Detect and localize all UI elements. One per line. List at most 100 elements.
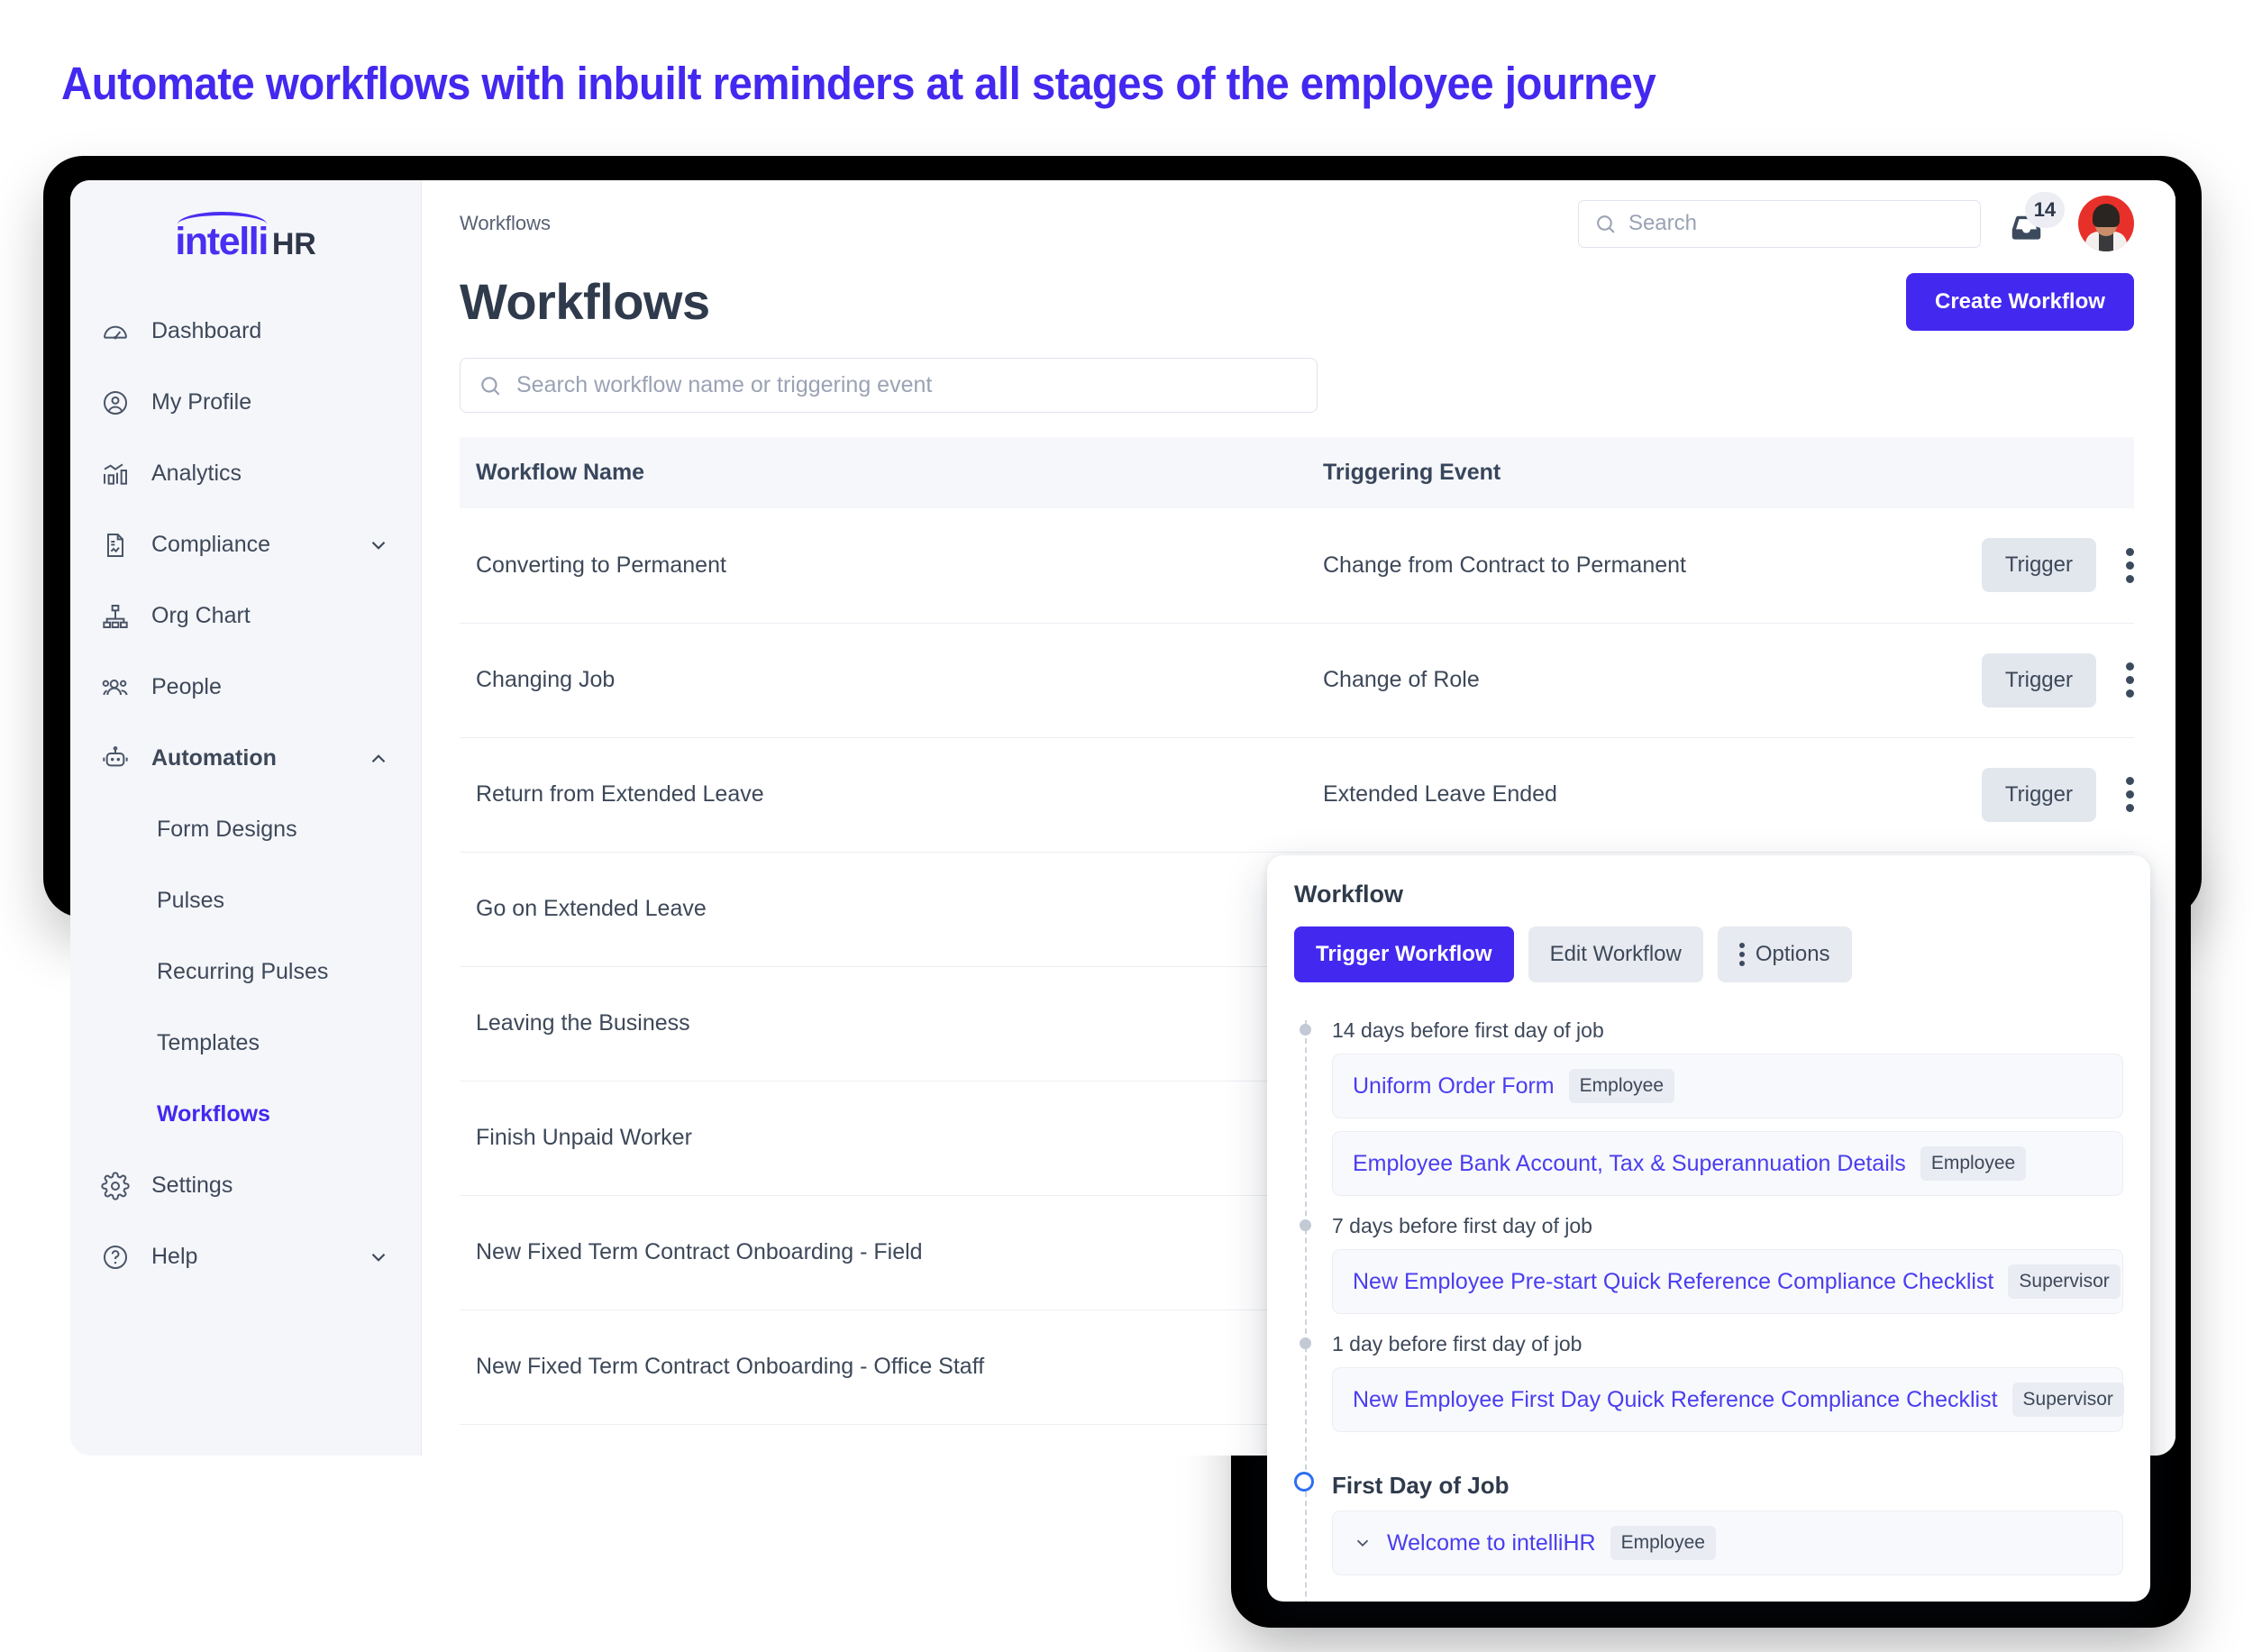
column-header-triggering-event: Triggering Event xyxy=(1307,437,1891,508)
cell-actions: Trigger xyxy=(1890,508,2134,624)
top-bar-right: Search 14 xyxy=(1577,192,2134,251)
avatar-hair xyxy=(2092,204,2120,227)
table-header-row: Workflow Name Triggering Event xyxy=(460,437,2134,508)
timeline-item-tag: Supervisor xyxy=(2011,1383,2124,1417)
sidebar-item-label: People xyxy=(151,674,222,699)
sidebar-subitem-label: Pulses xyxy=(157,888,225,913)
trigger-workflow-button[interactable]: Trigger Workflow xyxy=(1294,926,1514,982)
trigger-button[interactable]: Trigger xyxy=(1981,767,2096,822)
chevron-down-icon[interactable] xyxy=(1353,1533,1373,1553)
sidebar-item-dashboard[interactable]: Dashboard xyxy=(70,296,421,367)
search-input[interactable]: Search xyxy=(1577,199,1981,248)
sidebar-item-label: Org Chart xyxy=(151,603,251,628)
cell-triggering-event: Extended Leave Ended xyxy=(1307,737,1891,853)
row-menu-icon[interactable] xyxy=(2125,662,2134,698)
trigger-button[interactable]: Trigger xyxy=(1981,538,2096,593)
chevron-up-icon[interactable] xyxy=(367,747,390,771)
timeline-group: 7 days before first day of job New Emplo… xyxy=(1300,1209,2123,1314)
cell-workflow-name: Finish Unpaid Worker xyxy=(460,1081,1307,1196)
sidebar-item-org-chart[interactable]: Org Chart xyxy=(70,580,421,652)
chevron-down-icon[interactable] xyxy=(367,1246,390,1269)
column-header-actions xyxy=(1890,437,2134,508)
timeline-item[interactable]: Uniform Order Form Employee xyxy=(1332,1054,2123,1118)
cell-workflow-name: Return from Extended Leave xyxy=(460,737,1307,853)
timeline-dot-icon xyxy=(1300,1219,1311,1231)
search-icon xyxy=(1597,214,1615,233)
people-icon xyxy=(102,679,128,695)
sidebar-item-pulses[interactable]: Pulses xyxy=(70,865,421,936)
timeline-stage-label: 1 day before first day of job xyxy=(1300,1327,2123,1367)
sidebar-item-help[interactable]: Help xyxy=(70,1221,421,1292)
sidebar-nav: Dashboard My Profile Analytics Complianc… xyxy=(70,296,421,1292)
sidebar-item-label: Analytics xyxy=(151,461,242,486)
question-circle-icon xyxy=(104,1245,127,1269)
filter-row: Search workflow name or triggering event xyxy=(422,331,2175,413)
timeline-item[interactable]: Employee Bank Account, Tax & Superannuat… xyxy=(1332,1131,2123,1196)
timeline-group: First Day of Job Welcome to intelliHR Em… xyxy=(1294,1463,2123,1575)
sidebar-item-compliance[interactable]: Compliance xyxy=(70,509,421,580)
timeline-item[interactable]: New Employee Pre-start Quick Reference C… xyxy=(1332,1249,2123,1314)
breadcrumb[interactable]: Workflows xyxy=(460,212,551,235)
options-button[interactable]: Options xyxy=(1717,926,1852,982)
sidebar-item-form-designs[interactable]: Form Designs xyxy=(70,794,421,865)
sidebar-item-my-profile[interactable]: My Profile xyxy=(70,367,421,438)
sidebar-item-label: Automation xyxy=(151,745,277,771)
sidebar-item-label: Settings xyxy=(151,1173,233,1198)
robot-icon xyxy=(103,745,128,766)
sidebar-item-workflows[interactable]: Workflows xyxy=(70,1079,421,1150)
timeline-stage-text: 14 days before first day of job xyxy=(1332,1018,1604,1042)
kebab-icon xyxy=(1738,943,1745,966)
timeline-dot-icon xyxy=(1300,1024,1311,1036)
timeline-item-link[interactable]: Welcome to intelliHR xyxy=(1387,1530,1596,1556)
search-placeholder: Search xyxy=(1628,211,1697,235)
table-row[interactable]: Converting to Permanent Change from Cont… xyxy=(460,508,2134,624)
cell-actions: Trigger xyxy=(1890,623,2134,738)
row-menu-icon[interactable] xyxy=(2125,548,2134,584)
timeline-stage-text: 7 days before first day of job xyxy=(1332,1214,1592,1237)
timeline-group: 1 day before first day of job New Employ… xyxy=(1300,1327,2124,1432)
marketing-headline: Automate workflows with inbuilt reminder… xyxy=(61,58,1656,109)
timeline-item-tag: Employee xyxy=(1610,1526,1716,1560)
sidebar-item-templates[interactable]: Templates xyxy=(70,1008,421,1079)
sidebar: intelli HR Dashboard My Profile Analytic… xyxy=(70,180,422,1456)
analytics-icon xyxy=(104,463,127,485)
timeline-item-link[interactable]: New Employee Pre-start Quick Reference C… xyxy=(1353,1269,1993,1295)
timeline-group: 14 days before first day of job Uniform … xyxy=(1300,1013,2123,1196)
create-workflow-button[interactable]: Create Workflow xyxy=(1906,272,2134,331)
workflow-search-input[interactable]: Search workflow name or triggering event xyxy=(460,358,1318,413)
logo-intelli-text: intelli xyxy=(175,212,269,263)
timeline-item[interactable]: Welcome to intelliHR Employee xyxy=(1332,1511,2123,1575)
timeline-dot-icon xyxy=(1300,1337,1311,1349)
panel-actions: Trigger Workflow Edit Workflow Options xyxy=(1294,926,2123,982)
cell-actions: Trigger xyxy=(1890,737,2134,853)
workflow-detail-panel: Workflow Trigger Workflow Edit Workflow … xyxy=(1267,855,2150,1602)
row-menu-icon[interactable] xyxy=(2125,777,2134,813)
notifications-button[interactable]: 14 xyxy=(2006,192,2065,247)
sidebar-item-automation[interactable]: Automation xyxy=(70,723,421,794)
chevron-down-icon[interactable] xyxy=(367,534,390,557)
gauge-icon xyxy=(104,325,127,339)
sidebar-subitem-label: Recurring Pulses xyxy=(157,959,329,984)
timeline-ring-icon xyxy=(1294,1472,1314,1492)
timeline-item-tag: Employee xyxy=(1568,1069,1675,1103)
table-row[interactable]: Return from Extended Leave Extended Leav… xyxy=(460,737,2134,853)
sidebar-item-people[interactable]: People xyxy=(70,652,421,723)
trigger-button[interactable]: Trigger xyxy=(1981,653,2096,707)
sidebar-item-analytics[interactable]: Analytics xyxy=(70,438,421,509)
avatar[interactable] xyxy=(2077,196,2134,251)
app-logo[interactable]: intelli HR xyxy=(70,189,421,276)
sidebar-item-settings[interactable]: Settings xyxy=(70,1150,421,1221)
timeline-item-tag: Supervisor xyxy=(2008,1264,2121,1299)
table-row[interactable]: Changing Job Change of Role Trigger xyxy=(460,623,2134,738)
cell-workflow-name: New Fixed Term Contract Onboarding - Fie… xyxy=(460,1195,1307,1310)
workflow-timeline: 14 days before first day of job Uniform … xyxy=(1294,1013,2124,1602)
sidebar-item-recurring-pulses[interactable]: Recurring Pulses xyxy=(70,936,421,1008)
sidebar-item-label: Help xyxy=(151,1244,198,1269)
timeline-item[interactable]: New Employee First Day Quick Reference C… xyxy=(1332,1367,2124,1432)
cell-triggering-event: Change of Role xyxy=(1307,623,1891,738)
timeline-item-link[interactable]: Employee Bank Account, Tax & Superannuat… xyxy=(1353,1151,1906,1177)
timeline-item-link[interactable]: Uniform Order Form xyxy=(1353,1073,1555,1100)
edit-workflow-button[interactable]: Edit Workflow xyxy=(1528,926,1703,982)
cell-triggering-event: Change from Contract to Permanent xyxy=(1307,508,1891,624)
timeline-item-link[interactable]: New Employee First Day Quick Reference C… xyxy=(1353,1387,1998,1413)
